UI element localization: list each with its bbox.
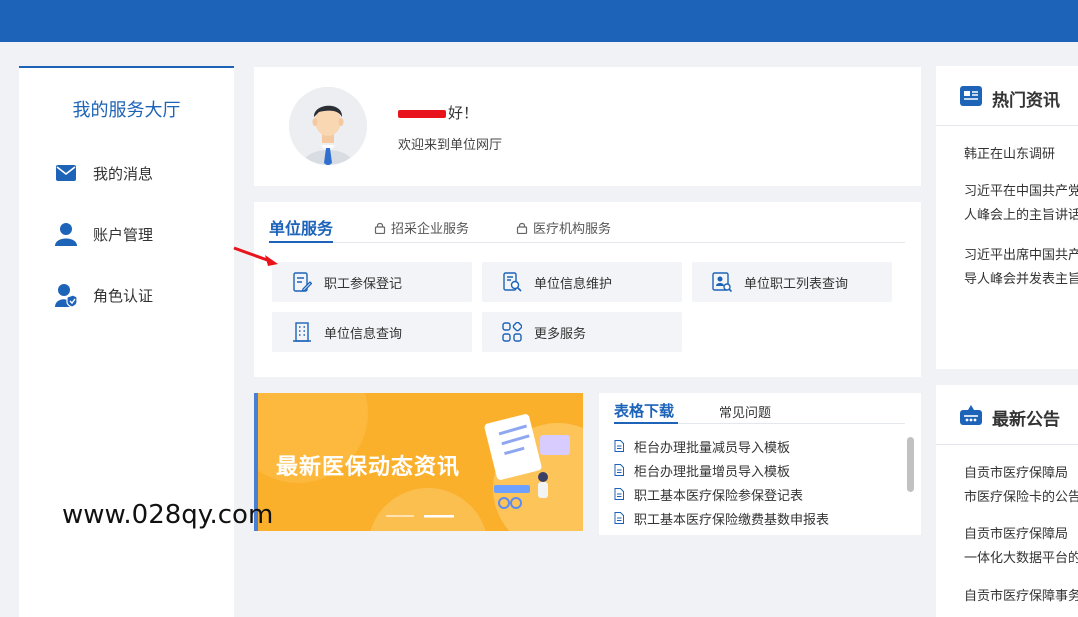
hot-news-panel: 热门资讯 韩正在山东调研 习近平在中国共产党 人峰会上的主旨讲话 习近平出席中国… (936, 66, 1078, 369)
services-card: 单位服务 招采企业服务 医疗机构服务 职工参保登记 单位信息维护 单位职工列表查… (254, 202, 921, 377)
file-icon (614, 440, 624, 452)
sidebar-item-label: 我的消息 (93, 164, 154, 183)
watermark-text: www.028qy.com (62, 500, 274, 530)
news-item[interactable]: 韩正在山东调研 (964, 143, 1055, 167)
tab-form-download[interactable]: 表格下载 (614, 398, 678, 424)
avatar (289, 87, 367, 165)
announcement-item[interactable]: 自贡市医疗保障局 (964, 462, 1068, 486)
announcement-item[interactable]: 自贡市医疗保障局 (964, 523, 1068, 547)
sidebar-item-label: 账户管理 (93, 225, 154, 244)
service-tabs: 单位服务 招采企业服务 医疗机构服务 (269, 212, 905, 243)
user-icon (55, 223, 77, 246)
announcement-icon (960, 405, 982, 425)
announcement-item[interactable]: 市医疗保险卡的公告 (964, 486, 1078, 510)
more-grid-icon (502, 322, 522, 342)
downloads-card: 表格下载 常见问题 柜台办理批量减员导入模板 柜台办理批量增员导入模板 职工基本… (599, 393, 921, 535)
lock-icon (374, 222, 386, 234)
sidebar: 我的服务大厅 我的消息 账户管理 角色认证 (19, 66, 234, 617)
download-item[interactable]: 柜台办理批量减员导入模板 (614, 436, 790, 456)
lock-icon (516, 222, 528, 234)
panel-title: 最新公告 (992, 410, 1060, 430)
service-employee-list-query[interactable]: 单位职工列表查询 (692, 262, 892, 302)
download-item[interactable]: 职工基本医疗保险缴费基数申报表 (614, 508, 829, 528)
sidebar-item-role-auth[interactable]: 角色认证 (55, 280, 153, 310)
download-item[interactable]: 职工基本医疗保险参保登记表 (614, 484, 803, 504)
panel-header: 热门资讯 (936, 66, 1078, 126)
service-more[interactable]: 更多服务 (482, 312, 682, 352)
announcement-item[interactable]: 一体化大数据平台的 (964, 547, 1078, 571)
edit-doc-icon (293, 272, 312, 292)
building-icon (293, 322, 311, 342)
file-icon (614, 512, 624, 524)
file-icon (614, 488, 624, 500)
banner-title: 最新医保动态资讯 (276, 455, 461, 480)
doc-search-icon (503, 272, 522, 292)
user-badge-icon (55, 284, 77, 307)
tab-unit-services[interactable]: 单位服务 (269, 212, 333, 243)
sidebar-item-account[interactable]: 账户管理 (55, 219, 153, 249)
tab-faq[interactable]: 常见问题 (719, 398, 771, 424)
tab-procurement-services[interactable]: 招采企业服务 (374, 212, 469, 243)
sidebar-title: 我的服务大厅 (72, 100, 181, 121)
news-icon (960, 86, 982, 106)
service-unit-info-query[interactable]: 单位信息查询 (272, 312, 472, 352)
welcome-subtitle: 欢迎来到单位网厅 (398, 138, 503, 153)
panel-title: 热门资讯 (992, 91, 1060, 111)
person-search-icon (712, 272, 732, 292)
news-item[interactable]: 习近平出席中国共产 (964, 244, 1078, 268)
announcements-panel: 最新公告 自贡市医疗保障局 市医疗保险卡的公告 自贡市医疗保障局 一体化大数据平… (936, 385, 1078, 617)
top-header-bar (0, 0, 1078, 42)
download-tabs: 表格下载 常见问题 (614, 398, 905, 424)
panel-header: 最新公告 (936, 385, 1078, 445)
sidebar-item-messages[interactable]: 我的消息 (55, 158, 153, 188)
news-item[interactable]: 导人峰会并发表主旨 (964, 268, 1078, 292)
news-item[interactable]: 习近平在中国共产党 (964, 180, 1078, 204)
news-banner[interactable]: 最新医保动态资讯 (254, 393, 583, 531)
file-icon (614, 464, 624, 476)
news-item[interactable]: 人峰会上的主旨讲话 (964, 204, 1078, 228)
sidebar-item-label: 角色认证 (93, 286, 154, 305)
redaction-mark (398, 109, 446, 118)
download-item[interactable]: 柜台办理批量增员导入模板 (614, 460, 790, 480)
tab-medical-institution-services[interactable]: 医疗机构服务 (516, 212, 611, 243)
service-unit-info-maintenance[interactable]: 单位信息维护 (482, 262, 682, 302)
mail-icon (55, 162, 77, 184)
annotation-arrow-icon (233, 246, 278, 266)
greeting-text: 好！ (398, 102, 478, 123)
announcement-item[interactable]: 自贡市医疗保障事务 (964, 585, 1078, 609)
downloads-scrollbar[interactable] (907, 437, 914, 492)
service-employee-enrollment[interactable]: 职工参保登记 (272, 262, 472, 302)
welcome-card: 好！ 欢迎来到单位网厅 (254, 67, 921, 186)
